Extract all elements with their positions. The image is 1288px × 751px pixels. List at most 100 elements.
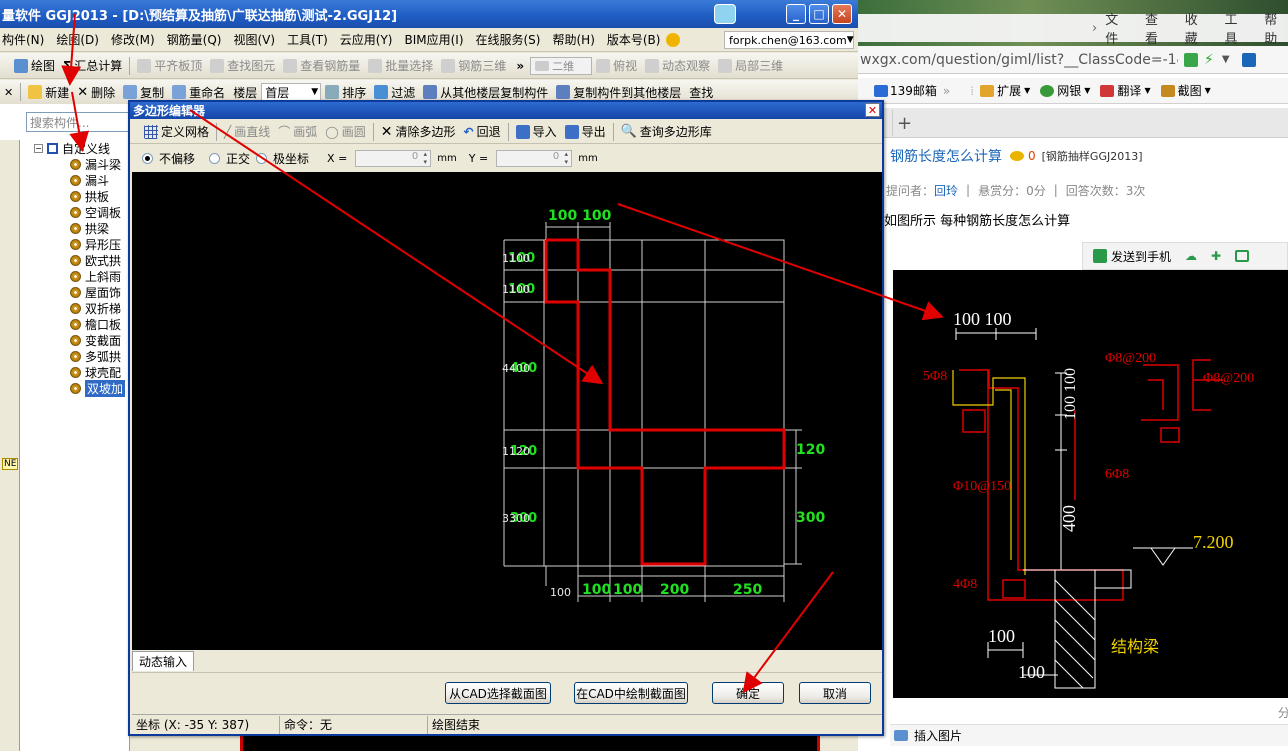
translate-button[interactable]: 翻译 [1117,82,1141,99]
tree-item[interactable]: 拱梁 [70,220,130,236]
tree-item[interactable]: 屋面饰 [70,284,130,300]
mail-link[interactable]: 139邮箱 [890,82,937,99]
menu-bim[interactable]: BIM应用(I) [398,31,469,48]
extension-button[interactable]: 扩展 [997,82,1021,99]
view-rebar-button[interactable]: 查看钢筋量 [279,55,364,77]
browser-menu-view[interactable]: 查看 [1145,9,1169,47]
chevron-down-icon[interactable]: ▼ [1024,86,1030,95]
tree-item[interactable]: 多弧拱 [70,348,130,364]
qr-icon[interactable] [1184,52,1198,67]
bank-button[interactable]: 网银 [1057,82,1081,99]
chevron-down-icon[interactable]: ▼ [1222,54,1230,65]
radio-polar[interactable] [256,152,268,164]
chevron-down-icon[interactable]: ▼ [1084,86,1090,95]
expand-icon[interactable]: ✚ [1211,249,1221,263]
menu-component[interactable]: 构件(N) [0,31,50,48]
overflow-icon[interactable]: » [943,84,950,98]
define-grid-button[interactable]: 定义网格 [140,121,213,143]
radio-no-offset[interactable] [142,152,153,164]
find-elem-button[interactable]: 查找图元 [206,55,279,77]
undo-button[interactable]: ↶ 回退 [460,121,505,143]
radio-ortho[interactable] [209,152,221,164]
view-mode-select[interactable]: 二维 [530,56,593,75]
rebar-3d-button[interactable]: 钢筋三维 [437,55,510,77]
tree-root[interactable]: − 自定义线 [34,140,130,156]
floor-select[interactable]: 首层 ▼ [261,83,322,101]
menu-help[interactable]: 帮助(H) [546,31,600,48]
tree-item-selected[interactable]: 双坡加 [70,379,130,397]
view-angle-button[interactable]: 俯视 [592,55,641,77]
tree-item[interactable]: 漏斗梁 [70,156,130,172]
helmet-icon[interactable] [666,32,681,47]
cancel-button[interactable]: 取消 [799,682,871,704]
tree-item[interactable]: 变截面 [70,332,130,348]
tree-item[interactable]: 漏斗 [70,172,130,188]
cad-draw-button[interactable]: 在CAD中绘制截面图 [574,682,688,704]
close-icon[interactable]: ✕ [4,86,13,99]
draw-button[interactable]: 绘图 [10,55,59,77]
chevron-down-icon[interactable]: ▼ [1144,86,1150,95]
menu-online[interactable]: 在线服务(S) [470,31,547,48]
asker-name[interactable]: 回玲 [934,182,958,199]
cloud-icon[interactable]: ☁ [1185,249,1197,263]
browser-menu-help[interactable]: 帮助 [1264,9,1288,47]
menu-version[interactable]: 版本号(B) [601,31,667,48]
menu-cloud[interactable]: 云应用(Y) [334,31,399,48]
menu-view[interactable]: 视图(V) [227,31,281,48]
tree-item[interactable]: 异形压 [70,236,130,252]
overflow-icon[interactable]: » [516,59,524,73]
question-tag[interactable]: [钢筋抽样GGJ2013] [1042,148,1143,164]
polygon-library-button[interactable]: 🔍 查询多边形库 [617,121,716,143]
batch-select-button[interactable]: 批量选择 [364,55,437,77]
cad-select-button[interactable]: 从CAD选择截面图 [445,682,551,704]
polygon-drawing[interactable]: 100 100 100 100 400 120 300 120 300 100 … [132,172,882,650]
tree-item[interactable]: 双折梯 [70,300,130,316]
browser-menu-tools[interactable]: 工具 [1225,9,1249,47]
tree-item[interactable]: 欧式拱 [70,252,130,268]
local3d-button[interactable]: 局部三维 [714,55,787,77]
close-button[interactable]: ✕ [832,4,852,24]
save-icon[interactable] [1235,250,1250,262]
tree-item[interactable]: 上斜雨 [70,268,130,284]
url-text[interactable]: wxgx.com/question/giml/list?__ClassCode=… [860,52,1178,68]
tree-item[interactable]: 檐口板 [70,316,130,332]
sum-button[interactable]: Σ 汇总计算 [59,55,126,77]
tab-dynamic-input[interactable]: 动态输入 [132,651,195,671]
chevron-down-icon[interactable]: ▼ [1205,86,1211,95]
menu-rebar[interactable]: 钢筋量(Q) [161,31,228,48]
x-input[interactable]: 0 [355,149,432,167]
polygon-canvas[interactable]: 100 100 100 100 400 120 300 120 300 100 … [132,172,882,650]
flat-top-button[interactable]: 平齐板顶 [133,55,206,77]
browser-menu-favorites[interactable]: 收藏 [1185,9,1209,47]
assistant-icon[interactable] [714,4,736,24]
draw-line-button[interactable]: ╱ 画直线 [220,121,274,143]
menu-tools[interactable]: 工具(T) [281,31,334,48]
menu-modify[interactable]: 修改(M) [105,31,161,48]
address-bar[interactable]: wxgx.com/question/giml/list?__ClassCode=… [858,46,1288,74]
clear-polygon-button[interactable]: ✕ 清除多边形 [377,121,460,143]
search-input[interactable]: 搜索构件... [26,112,130,132]
y-input[interactable]: 0 [496,149,573,167]
site-icon[interactable] [1241,52,1256,67]
import-button[interactable]: 导入 [512,121,561,143]
insert-picture-button[interactable]: 插入图片 [914,727,962,744]
tree-item[interactable]: 空调板 [70,204,130,220]
delete-button[interactable]: ✕ 删除 [73,81,119,103]
new-tab-button[interactable]: + [892,110,916,136]
collapse-icon[interactable]: − [34,143,43,153]
account-dropdown[interactable]: forpk.chen@163.com ▼ [724,31,854,49]
menu-draw[interactable]: 绘图(D) [50,31,105,48]
dynamic-button[interactable]: 动态观察 [641,55,714,77]
draw-circle-button[interactable]: ◯ 画圆 [321,121,369,143]
maximize-button[interactable]: □ [809,4,829,24]
new-button[interactable]: 新建 [24,81,73,103]
screenshot-button[interactable]: 截图 [1178,82,1202,99]
lightning-icon[interactable]: ⚡ [1204,52,1214,68]
tree-item[interactable]: 球壳配 [70,364,130,380]
export-button[interactable]: 导出 [561,121,610,143]
ok-button[interactable]: 确定 [712,682,784,704]
draw-arc-button[interactable]: ⌒ 画弧 [274,121,321,143]
send-to-phone-button[interactable]: 发送到手机 [1111,248,1171,265]
minimize-button[interactable]: _ [786,4,806,24]
tree-item[interactable]: 拱板 [70,188,130,204]
